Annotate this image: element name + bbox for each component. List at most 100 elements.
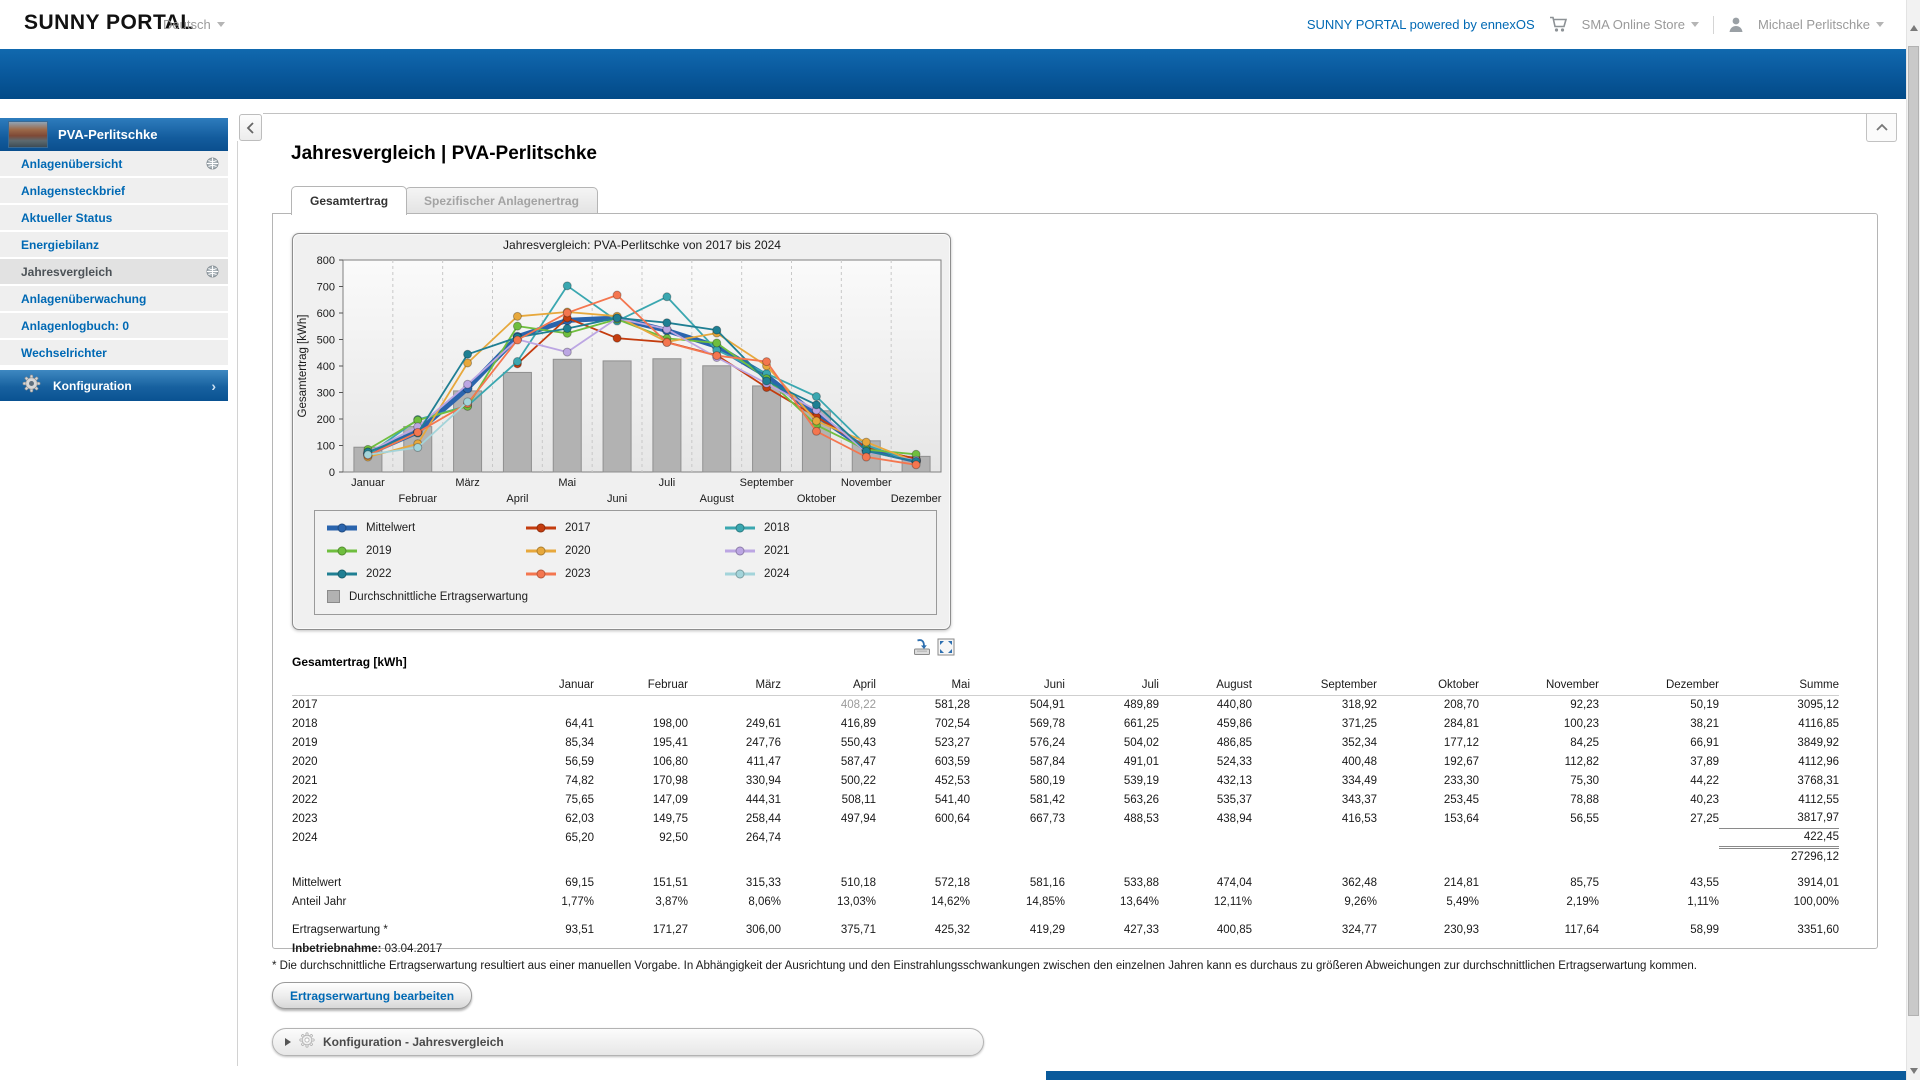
footer-strip	[1046, 1071, 1906, 1080]
edit-expectation-label: Ertragserwartung bearbeiten	[290, 989, 454, 1003]
year-comparison-chart: 0100200300400500600700800Jahresvergleich…	[292, 233, 951, 630]
tab-spezifischer-anlagenertrag[interactable]: Spezifischer Anlagenertrag	[405, 187, 598, 214]
legend-item: 2020	[526, 544, 725, 557]
sidebar-item-aktueller-status[interactable]: Aktueller Status	[0, 205, 228, 230]
year-row: 202174,82170,98330,94500,22452,53580,195…	[292, 771, 1839, 790]
year-row: 202056,59106,80411,47587,47603,59587,844…	[292, 752, 1839, 771]
sidebar-item-label: Anlagenübersicht	[21, 157, 122, 171]
plant-header[interactable]: PVA-Perlitschke	[0, 118, 228, 151]
svg-text:Gesamtertrag [kWh]: Gesamtertrag [kWh]	[297, 315, 309, 418]
svg-text:400: 400	[317, 361, 335, 373]
konfiguration-label: Konfiguration	[53, 379, 132, 393]
svg-text:November: November	[841, 477, 892, 489]
fullscreen-icon[interactable]	[937, 638, 955, 656]
svg-text:Februar: Februar	[398, 493, 437, 505]
expectation-row: Ertragserwartung *93,51171,27306,00375,7…	[292, 920, 1839, 939]
year-row: 202465,2092,50264,74422,45	[292, 828, 1839, 847]
chevron-right-icon: ›	[211, 378, 216, 394]
year-row: 201864,41198,00249,61416,89702,54569,786…	[292, 714, 1839, 733]
yield-table: JanuarFebruarMärzAprilMaiJuniJuliAugustS…	[292, 676, 1839, 958]
legend-item: 2018	[725, 521, 924, 534]
svg-text:Oktober: Oktober	[797, 493, 836, 505]
svg-text:600: 600	[317, 308, 335, 320]
globe-icon	[206, 265, 219, 281]
column-header: Mai	[876, 676, 970, 695]
collapse-content-button[interactable]	[1866, 114, 1897, 142]
plant-thumbnail	[8, 121, 48, 148]
chevron-down-icon	[217, 22, 225, 27]
store-label: SMA Online Store	[1582, 17, 1685, 32]
divider	[1713, 16, 1714, 34]
column-header: September	[1252, 676, 1377, 695]
scrollbar-thumb[interactable]	[1908, 46, 1919, 1016]
svg-text:Januar: Januar	[351, 477, 385, 489]
chevron-up-icon	[1875, 123, 1889, 132]
scroll-down-arrow[interactable]	[1910, 1068, 1918, 1074]
sidebar-item-wechselrichter[interactable]: Wechselrichter	[0, 340, 228, 365]
commissioning-row: Inbetriebnahme: 03.04.2017	[292, 939, 1839, 958]
stat-row: Mittelwert69,15151,51315,33510,18572,185…	[292, 873, 1839, 892]
top-right-menu: SUNNY PORTAL powered by ennexOS SMA Onli…	[1307, 0, 1884, 49]
language-label: Deutsch	[163, 17, 211, 32]
sidebar-item-anlagenueberwachung[interactable]: Anlagenüberwachung	[0, 286, 228, 311]
vertical-scrollbar[interactable]	[1906, 0, 1920, 1080]
svg-text:April: April	[506, 493, 528, 505]
sidebar-item-anlagenuebersicht[interactable]: Anlagenübersicht	[0, 151, 228, 176]
legend-item: 2024	[725, 567, 924, 580]
scroll-up-arrow[interactable]	[1910, 25, 1918, 31]
svg-text:200: 200	[317, 414, 335, 426]
svg-text:700: 700	[317, 282, 335, 294]
chart-toolbar	[913, 638, 955, 656]
column-header: Juni	[970, 676, 1065, 695]
sidebar-item-label: Anlagenlogbuch: 0	[21, 319, 129, 333]
user-name: Michael Perlitschke	[1758, 17, 1870, 32]
sidebar-item-energiebilanz[interactable]: Energiebilanz	[0, 232, 228, 257]
sidebar-item-anlagenlogbuch[interactable]: Anlagenlogbuch: 0	[0, 313, 228, 338]
svg-text:Juli: Juli	[659, 477, 676, 489]
top-bar: SUNNY PORTAL Deutsch SUNNY PORTAL powere…	[0, 0, 1920, 49]
yield-table-section: Gesamtertrag [kWh] JanuarFebruarMärzApri…	[292, 655, 1839, 958]
svg-text:August: August	[700, 493, 734, 505]
edit-expectation-button[interactable]: Ertragserwartung bearbeiten	[272, 982, 472, 1009]
user-menu[interactable]: Michael Perlitschke	[1758, 17, 1884, 32]
tab-label: Gesamtertrag	[310, 194, 388, 208]
sidebar: PVA-Perlitschke Anlagenübersicht Anlagen…	[0, 118, 228, 401]
header-band	[0, 49, 1920, 99]
gear-icon	[22, 374, 41, 398]
sidebar-item-anlagensteckbrief[interactable]: Anlagensteckbrief	[0, 178, 228, 203]
svg-text:500: 500	[317, 335, 335, 347]
tab-content-card: 0100200300400500600700800Jahresvergleich…	[272, 213, 1878, 949]
collapse-sidebar-button[interactable]	[239, 114, 262, 141]
content-frame-left	[237, 141, 238, 1066]
export-chart-icon[interactable]	[913, 638, 931, 656]
page-title: Jahresvergleich | PVA-Perlitschke	[291, 143, 597, 165]
column-header: Januar	[462, 676, 594, 695]
column-header: Juli	[1065, 676, 1159, 695]
chart-legend: Mittelwert201720182019202020212022202320…	[314, 510, 937, 615]
expand-arrow-icon	[285, 1038, 291, 1046]
legend-item: 2023	[526, 567, 725, 580]
year-row: 202275,65147,09444,31508,11541,40581,425…	[292, 790, 1839, 809]
column-header: Oktober	[1377, 676, 1479, 695]
svg-text:Juni: Juni	[607, 493, 627, 505]
sidebar-item-konfiguration[interactable]: Konfiguration ›	[0, 370, 228, 401]
globe-icon	[206, 157, 219, 173]
legend-item: 2022	[327, 567, 526, 580]
sidebar-item-label: Aktueller Status	[21, 211, 112, 225]
svg-text:Dezember: Dezember	[891, 493, 942, 505]
legend-item: 2019	[327, 544, 526, 557]
stat-row: Anteil Jahr1,77%3,87%8,06%13,03%14,62%14…	[292, 892, 1839, 911]
column-header: April	[781, 676, 876, 695]
store-selector[interactable]: SMA Online Store	[1582, 17, 1699, 32]
tab-gesamtertrag[interactable]: Gesamtertrag	[291, 186, 407, 215]
table-caption: Gesamtertrag [kWh]	[292, 655, 1839, 669]
config-jahresvergleich-panel[interactable]: Konfiguration - Jahresvergleich	[272, 1028, 984, 1056]
legend-item: Mittelwert	[327, 521, 526, 534]
tab-label: Spezifischer Anlagenertrag	[424, 194, 579, 208]
language-selector[interactable]: Deutsch	[163, 17, 225, 32]
legend-item: 2021	[725, 544, 924, 557]
sidebar-item-jahresvergleich[interactable]: Jahresvergleich	[0, 259, 228, 284]
powered-by-link[interactable]: SUNNY PORTAL powered by ennexOS	[1307, 17, 1535, 32]
chevron-left-icon	[246, 122, 255, 134]
sidebar-item-label: Anlagensteckbrief	[21, 184, 125, 198]
